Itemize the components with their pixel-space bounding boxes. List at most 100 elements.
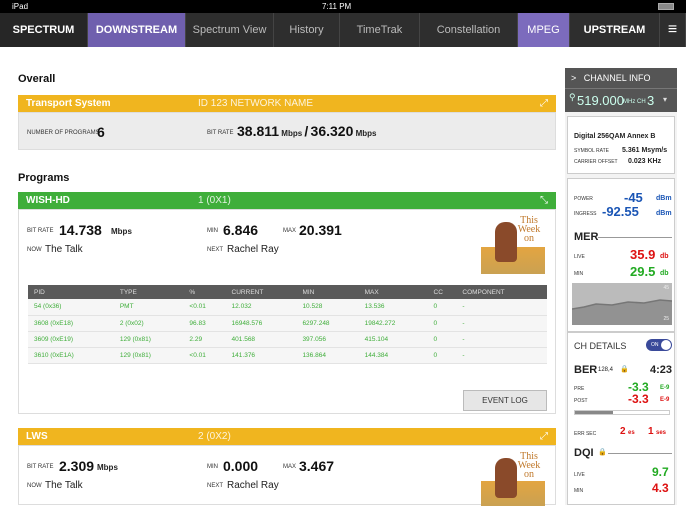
search-icon[interactable]: ⚲ <box>569 92 576 103</box>
tab-mpeg[interactable]: MPEG <box>518 13 570 47</box>
tab-constellation[interactable]: Constellation <box>420 13 518 47</box>
overall-heading: Overall <box>18 73 56 85</box>
dqi-min: 4.3 <box>652 481 669 495</box>
pid-table: PID TYPE% CURRENT MIN MAX CC COMPONENT 54 (0x3… <box>28 285 547 364</box>
table-cell: 141.376 <box>225 347 297 364</box>
thumbnail-caption: This Week on <box>517 215 541 244</box>
table-cell: 129 (0x81) <box>113 347 184 364</box>
p1-next-label: NEXT <box>207 247 224 253</box>
table-cell: <0.01 <box>183 299 226 316</box>
graph-min-label: 25 <box>663 316 669 322</box>
program-bar-lws[interactable]: LWS 2 (0X2) ⤢ <box>18 428 556 445</box>
program-name: LWS <box>26 431 48 442</box>
table-cell: - <box>456 315 547 332</box>
table-cell: 415.104 <box>358 331 428 348</box>
graph-max-label: 45 <box>663 285 669 291</box>
ch-details-box: CH DETAILS ON BER 128,4 🔒 4:23 PRE -3.3 … <box>567 332 675 505</box>
tab-timetrak[interactable]: TimeTrak <box>340 13 420 47</box>
chevron-down-icon[interactable]: ▾ <box>663 95 667 104</box>
lock-icon: 🔒 <box>620 366 629 373</box>
ber-progress <box>574 410 670 415</box>
table-cell: 54 (0x36) <box>28 299 114 316</box>
tab-spectrum[interactable]: SPECTRUM <box>0 13 88 47</box>
transport-id: ID 123 NETWORK NAME <box>198 98 314 109</box>
err-sec-unit: es <box>628 430 635 436</box>
table-cell: 0 <box>427 299 457 316</box>
bitrate-label: BIT RATE <box>207 130 234 136</box>
levels-box: POWER -45 dBm INGRESS -92.55 dBm MER LIV… <box>567 178 675 332</box>
channel-label: CH <box>637 99 646 105</box>
tab-spectrum-view[interactable]: Spectrum View <box>186 13 274 47</box>
carrier-offset: 0.023 KHz <box>628 158 662 165</box>
menu-icon[interactable]: ≡ <box>660 13 686 47</box>
table-row[interactable]: 3610 (0xE1A) 129 (0x81) <0.01 141.376 136.86… <box>28 347 547 364</box>
ses-unit: ses <box>656 430 667 436</box>
ber-sub: 128,4 <box>598 367 614 373</box>
table-cell: 401.568 <box>225 331 297 348</box>
table-cell: 19842.272 <box>358 315 428 332</box>
modulation-box: Digital 256QAM Annex B SYMBOL RATE 5.361… <box>567 116 675 174</box>
table-cell: 16948.576 <box>225 315 297 332</box>
expand-icon[interactable]: ⤢ <box>540 95 548 112</box>
mer-min-unit: db <box>660 270 669 277</box>
table-cell: 0 <box>427 347 457 364</box>
bitrate-b-unit: Mbps <box>355 129 377 138</box>
channel-info-header[interactable]: > CHANNEL INFO <box>565 68 677 88</box>
event-log-button[interactable]: EVENT LOG <box>463 390 547 411</box>
post-label: POST <box>574 398 588 404</box>
p1-now-label: NOW <box>27 247 42 253</box>
table-cell: - <box>456 299 547 316</box>
transport-bar[interactable]: Transport System ID 123 NETWORK NAME ⤢ <box>18 95 556 112</box>
ch-details-toggle[interactable]: ON <box>646 339 672 351</box>
dqi-min-label: MIN <box>574 488 584 494</box>
table-cell: 3608 (0xE18) <box>28 315 114 332</box>
table-cell: 12.032 <box>225 299 297 316</box>
dqi-label: DQI <box>574 447 594 459</box>
p1-bitrate-label: BIT RATE <box>27 228 54 234</box>
ingress-label: INGRESS <box>574 211 597 217</box>
power-value: -45 <box>624 190 643 205</box>
table-row[interactable]: 54 (0x36) PMT <0.01 12.032 10.528 13.536 0- <box>28 299 547 316</box>
program-id: 2 (0X2) <box>198 431 231 442</box>
ingress-value: -92.55 <box>602 204 639 219</box>
status-bar: iPad 7:11 PM <box>0 0 686 13</box>
p2-min: 0.000 <box>223 458 259 474</box>
bitrate-a-unit: Mbps <box>281 129 303 138</box>
carrier-offset-label: CARRIER OFFSET <box>574 159 618 165</box>
table-row[interactable]: 3609 (0xE19) 129 (0x81) 2.29 401.568 397.056… <box>28 331 547 348</box>
p2-max: 3.467 <box>299 458 335 474</box>
toggle-label: ON <box>651 342 659 348</box>
battery-icon <box>658 3 674 10</box>
tab-downstream[interactable]: DOWNSTREAM <box>88 13 186 47</box>
bitrate-sep: / <box>304 123 309 139</box>
collapse-icon[interactable]: ⤡ <box>540 192 548 209</box>
mer-live-unit: db <box>660 253 669 260</box>
table-cell: 397.056 <box>296 331 359 348</box>
lock-icon: 🔒 <box>598 449 607 456</box>
column-header: % <box>183 285 226 299</box>
channel-info-title: CHANNEL INFO <box>583 73 651 83</box>
err-sec-label: ERR SEC <box>574 431 597 437</box>
toggle-knob <box>661 340 671 350</box>
dqi-live-label: LIVE <box>574 472 585 478</box>
tab-upstream[interactable]: UPSTREAM <box>570 13 660 47</box>
program-name: WISH-HD <box>26 195 70 206</box>
chevron-right-icon[interactable]: > <box>571 73 576 83</box>
expand-icon[interactable]: ⤢ <box>540 428 548 445</box>
program-panel-lws: BIT RATE 2.309 Mbps MIN 0.000 MAX 3.467 … <box>18 445 556 506</box>
divider <box>608 453 672 454</box>
program-bar-wish[interactable]: WISH-HD 1 (0X1) ⤡ <box>18 192 556 209</box>
ingress-unit: dBm <box>656 210 672 217</box>
frequency-selector[interactable]: ⚲ 519.000 MHz CH 3 ▾ <box>565 88 677 112</box>
bitrate-b: 36.320 <box>310 123 354 139</box>
post-value: -3.3 <box>628 392 649 406</box>
tab-history[interactable]: History <box>274 13 340 47</box>
modulation: Digital 256QAM Annex B <box>574 133 656 140</box>
table-cell: 0 <box>427 331 457 348</box>
p1-max-label: MAX <box>283 228 297 234</box>
num-programs-value: 6 <box>97 124 105 140</box>
clock: 7:11 PM <box>322 2 352 11</box>
channel-info-panel: > CHANNEL INFO ⚲ 519.000 MHz CH 3 ▾ Digi… <box>565 68 677 505</box>
table-row[interactable]: 3608 (0xE18) 2 (0x02) 96.83 16948.576 6297.2… <box>28 315 547 332</box>
table-cell: - <box>456 347 547 364</box>
